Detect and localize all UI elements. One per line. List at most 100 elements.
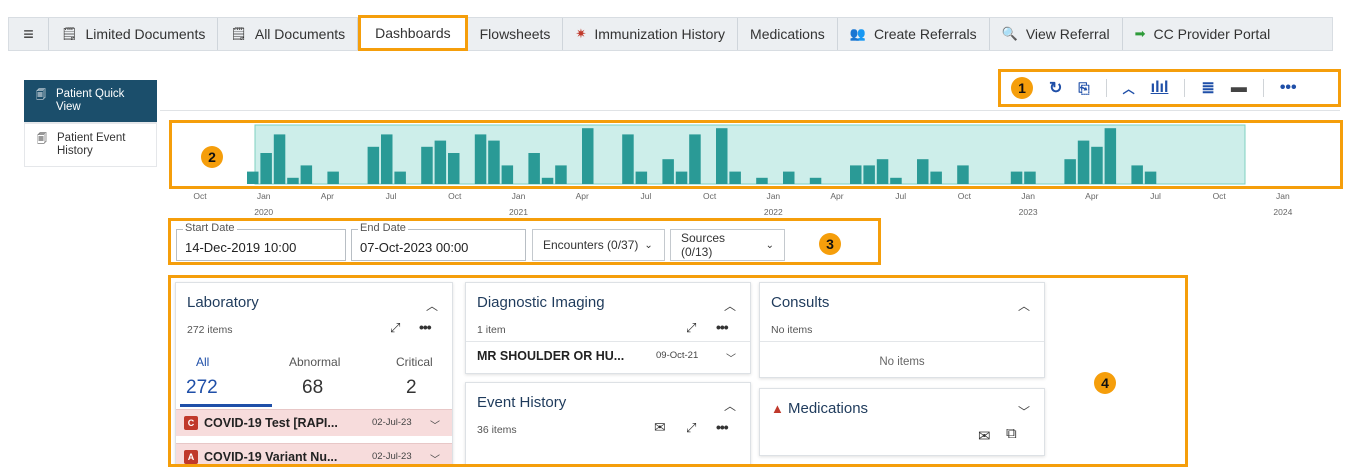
axis-month-label: Jul — [385, 191, 397, 201]
card-title: Diagnostic Imaging — [477, 294, 605, 311]
compact-view-icon[interactable]: ▬ — [1231, 79, 1247, 97]
item-count: No items — [771, 324, 813, 336]
table-row[interactable]: C COVID-19 Test [RAPI... 02-Jul-23 ﹀ — [176, 409, 452, 436]
divider — [1262, 79, 1264, 97]
chevron-down-icon[interactable]: ﹀ — [430, 451, 440, 464]
divider — [760, 341, 1044, 342]
immunization-icon: ✷ — [575, 26, 587, 41]
sidebar-item-patient-quick-view[interactable]: 🗐 Patient Quick View — [24, 80, 157, 123]
document-icon: 🗒 — [61, 26, 78, 41]
tab-medications[interactable]: Medications — [738, 18, 838, 50]
timeline-bar — [1131, 165, 1143, 184]
timeline-bar — [809, 177, 822, 184]
timeline-bar — [1104, 128, 1117, 184]
bar-chart-icon[interactable]: ılıl — [1151, 79, 1169, 97]
chevron-up-icon[interactable]: ︿ — [1123, 80, 1135, 97]
timeline-bar — [555, 165, 567, 184]
tab-flowsheets[interactable]: Flowsheets — [468, 18, 564, 50]
chevron-down-icon: ⌄ — [644, 239, 653, 251]
expand-icon[interactable]: ⤢ — [390, 320, 400, 336]
pdf-icon[interactable]: ⎘ — [1078, 80, 1089, 97]
timeline-bar — [394, 171, 406, 184]
field-label: Start Date — [183, 222, 237, 234]
tab-label: All Documents — [254, 26, 346, 42]
timeline-bar — [662, 159, 674, 184]
axis-month-label: Jan — [1021, 191, 1035, 201]
start-date-field[interactable]: Start Date 14-Dec-2019 10:00 — [176, 222, 346, 261]
more-icon[interactable]: ••• — [419, 319, 432, 335]
timeline-bar — [729, 171, 741, 184]
timeline-bar — [635, 171, 648, 184]
axis-month-label: Oct — [448, 191, 462, 201]
axis-month-label: Apr — [575, 191, 589, 201]
axis-month-label: Oct — [1212, 191, 1226, 201]
axis-month-label: Jul — [1150, 191, 1161, 201]
axis-month-label: Apr — [830, 191, 844, 201]
tab-limited-documents[interactable]: 🗒 Limited Documents — [49, 18, 219, 50]
dashboard-panels: Laboratory ︿ 272 items ⤢ ••• All 272 Abn… — [168, 275, 1188, 467]
sidebar: 🗐 Patient Quick View 🗐 Patient Event Histo… — [24, 80, 157, 167]
more-icon[interactable]: ••• — [1280, 79, 1297, 97]
chevron-up-icon[interactable]: ︿ — [724, 397, 736, 414]
stat-label-all[interactable]: All — [196, 355, 209, 369]
timeline-bars — [247, 124, 1246, 185]
stat-label-abnormal[interactable]: Abnormal — [289, 355, 340, 369]
encounters-dropdown[interactable]: Encounters (0/37) ⌄ — [532, 229, 665, 261]
callout-badge: 2 — [201, 146, 223, 168]
tab-create-referrals[interactable]: 👥 Create Referrals — [838, 18, 990, 50]
tab-dashboards[interactable]: Dashboards — [358, 15, 468, 51]
tab-cc-provider-portal[interactable]: ➡ CC Provider Portal — [1123, 18, 1283, 50]
axis-month-label: Apr — [1085, 191, 1099, 201]
card-title: Medications — [788, 400, 869, 417]
open-external-icon[interactable]: ⧉ — [1006, 425, 1017, 442]
axis-year-label: 2023 — [1018, 207, 1038, 217]
timeline-bar — [930, 171, 942, 184]
tab-label: Medications — [750, 26, 825, 42]
tab-all-documents[interactable]: 🗒 All Documents — [218, 18, 359, 50]
tab-label: View Referral — [1025, 26, 1110, 42]
timeline-bar — [448, 153, 460, 184]
timeline-bar — [716, 128, 728, 184]
sidebar-item-label: Patient Quick View — [56, 88, 125, 113]
timeline-bar — [863, 165, 875, 184]
sidebar-item-patient-event-history[interactable]: 🗐 Patient Event History — [24, 123, 157, 167]
row-text: COVID-19 Test [RAPI... — [204, 416, 338, 430]
chevron-down-icon[interactable]: ﹀ — [726, 350, 736, 365]
timeline-chart[interactable] — [169, 120, 1343, 189]
table-row[interactable]: A COVID-19 Variant Nu... 02-Jul-23 ﹀ — [176, 443, 452, 464]
divider — [1105, 79, 1107, 97]
chevron-down-icon[interactable]: ﹀ — [1018, 403, 1030, 420]
timeline-bar — [528, 153, 540, 184]
document-icon: 🗐 — [37, 134, 47, 145]
mail-icon[interactable]: ✉ — [654, 419, 666, 436]
callout-badge: 1 — [1011, 77, 1033, 99]
tab-immunization-history[interactable]: ✷ Immunization History — [563, 18, 739, 50]
tab-view-referral[interactable]: 🔍 View Referral — [990, 18, 1123, 50]
axis-month-label: Jan — [511, 191, 526, 201]
stat-label-critical[interactable]: Critical — [396, 355, 433, 369]
expand-icon[interactable]: ⤢ — [686, 320, 696, 336]
hamburger-menu-icon[interactable]: ≡ — [9, 18, 49, 50]
expand-icon[interactable]: ⤢ — [686, 420, 696, 436]
more-icon[interactable]: ••• — [716, 319, 729, 335]
selected-indicator — [180, 404, 272, 407]
tab-label: Immunization History — [594, 26, 726, 42]
chevron-down-icon[interactable]: ﹀ — [430, 417, 440, 432]
card-title: Consults — [771, 294, 830, 311]
chevron-up-icon[interactable]: ︿ — [1018, 297, 1030, 314]
chevron-up-icon[interactable]: ︿ — [426, 297, 438, 314]
axis-month-label: Jul — [640, 191, 652, 201]
axis-year-label: 2021 — [509, 207, 528, 217]
end-date-field[interactable]: End Date 07-Oct-2023 00:00 — [351, 222, 526, 261]
sources-dropdown[interactable]: Sources (0/13) ⌄ — [670, 229, 785, 261]
list-item[interactable]: MR SHOULDER OR HU... 09-Oct-21 ﹀ — [466, 342, 750, 372]
more-icon[interactable]: ••• — [716, 419, 729, 435]
timeline-bar — [876, 159, 889, 184]
timeline-bar — [1024, 171, 1036, 184]
critical-badge: C — [184, 416, 198, 430]
callout-badge: 4 — [1094, 372, 1116, 394]
chevron-up-icon[interactable]: ︿ — [724, 297, 736, 314]
list-view-icon[interactable]: ≣ — [1201, 78, 1214, 98]
refresh-icon[interactable]: ↻ — [1049, 78, 1062, 98]
mail-icon[interactable]: ✉ — [978, 427, 991, 445]
